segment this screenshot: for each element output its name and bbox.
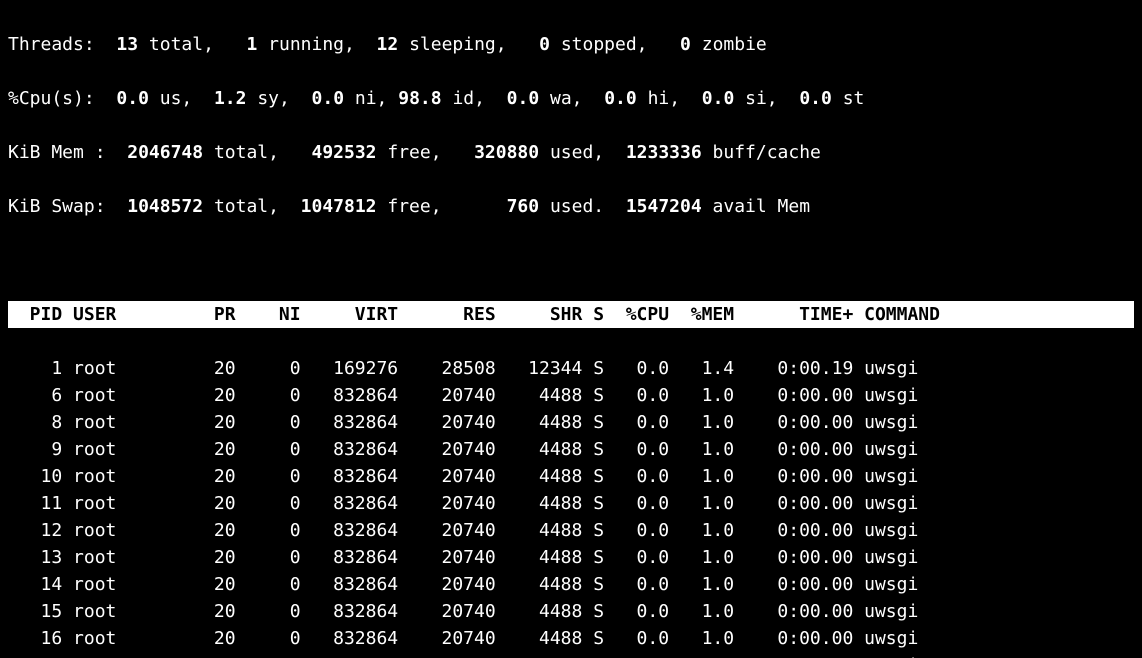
threads-zombie-val: 0: [680, 34, 691, 55]
cpu-hi-val: 0.0: [604, 88, 637, 109]
threads-total-lbl: total,: [149, 34, 214, 55]
cpu-si-val: 0.0: [702, 88, 735, 109]
process-row: 12 root 20 0 832864 20740 4488 S 0.0 1.0…: [8, 517, 1134, 544]
cpu-wa-lbl: wa,: [550, 88, 583, 109]
process-row: 15 root 20 0 832864 20740 4488 S 0.0 1.0…: [8, 598, 1134, 625]
cpu-id-val: 98.8: [398, 88, 441, 109]
process-row: 14 root 20 0 832864 20740 4488 S 0.0 1.0…: [8, 571, 1134, 598]
process-row: 8 root 20 0 832864 20740 4488 S 0.0 1.0 …: [8, 409, 1134, 436]
process-row: 7 root 20 0 177472 26332 2144 S 0.0 1.3 …: [8, 652, 1134, 658]
cpu-us-val: 0.0: [116, 88, 149, 109]
process-row: 10 root 20 0 832864 20740 4488 S 0.0 1.0…: [8, 463, 1134, 490]
threads-line: Threads: 13 total, 1 running, 12 sleepin…: [8, 31, 1134, 58]
cpu-wa-val: 0.0: [507, 88, 540, 109]
cpu-sy-val: 1.2: [214, 88, 247, 109]
mem-buff-lbl: buff/cache: [713, 142, 821, 163]
cpu-ni-val: 0.0: [312, 88, 345, 109]
threads-sleeping-val: 12: [377, 34, 399, 55]
process-row: 16 root 20 0 832864 20740 4488 S 0.0 1.0…: [8, 625, 1134, 652]
mem-used-lbl: used,: [550, 142, 604, 163]
cpu-us-lbl: us,: [160, 88, 193, 109]
blank-line: [8, 247, 1134, 274]
process-row: 9 root 20 0 832864 20740 4488 S 0.0 1.0 …: [8, 436, 1134, 463]
cpu-hi-lbl: hi,: [648, 88, 681, 109]
cpu-line: %Cpu(s): 0.0 us, 1.2 sy, 0.0 ni, 98.8 id…: [8, 85, 1134, 112]
process-row: 1 root 20 0 169276 28508 12344 S 0.0 1.4…: [8, 355, 1134, 382]
threads-running-lbl: running,: [268, 34, 355, 55]
mem-total-lbl: total,: [214, 142, 279, 163]
cpu-id-lbl: id,: [452, 88, 485, 109]
swap-free-lbl: free,: [387, 196, 441, 217]
threads-stopped-lbl: stopped,: [561, 34, 648, 55]
threads-label: Threads:: [8, 34, 95, 55]
threads-zombie-lbl: zombie: [702, 34, 767, 55]
cpu-ni-lbl: ni,: [355, 88, 388, 109]
threads-running-val: 1: [246, 34, 257, 55]
process-row: 11 root 20 0 832864 20740 4488 S 0.0 1.0…: [8, 490, 1134, 517]
cpu-st-lbl: st: [843, 88, 865, 109]
mem-total-val: 2046748: [127, 142, 203, 163]
mem-buff-val: 1233336: [626, 142, 702, 163]
swap-avail-val: 1547204: [626, 196, 702, 217]
cpu-sy-lbl: sy,: [257, 88, 290, 109]
process-table-body: 1 root 20 0 169276 28508 12344 S 0.0 1.4…: [8, 355, 1134, 658]
swap-avail-lbl: avail Mem: [713, 196, 811, 217]
process-row: 13 root 20 0 832864 20740 4488 S 0.0 1.0…: [8, 544, 1134, 571]
threads-stopped-val: 0: [539, 34, 550, 55]
threads-total-val: 13: [116, 34, 138, 55]
mem-used-val: 320880: [474, 142, 539, 163]
mem-free-val: 492532: [311, 142, 376, 163]
cpu-st-val: 0.0: [799, 88, 832, 109]
swap-total-val: 1048572: [127, 196, 203, 217]
process-table-header: PID USER PR NI VIRT RES SHR S %CPU %MEM …: [8, 301, 1134, 328]
mem-free-lbl: free,: [387, 142, 441, 163]
swap-used-val: 760: [507, 196, 540, 217]
swap-free-val: 1047812: [301, 196, 377, 217]
cpu-label: %Cpu(s):: [8, 88, 95, 109]
swap-label: KiB Swap:: [8, 196, 106, 217]
swap-used-lbl: used.: [550, 196, 604, 217]
threads-sleeping-lbl: sleeping,: [409, 34, 507, 55]
swap-total-lbl: total,: [214, 196, 279, 217]
process-row: 6 root 20 0 832864 20740 4488 S 0.0 1.0 …: [8, 382, 1134, 409]
mem-label: KiB Mem :: [8, 142, 106, 163]
swap-line: KiB Swap: 1048572 total, 1047812 free, 7…: [8, 193, 1134, 220]
terminal-output: Threads: 13 total, 1 running, 12 sleepin…: [0, 0, 1142, 658]
mem-line: KiB Mem : 2046748 total, 492532 free, 32…: [8, 139, 1134, 166]
cpu-si-lbl: si,: [745, 88, 778, 109]
